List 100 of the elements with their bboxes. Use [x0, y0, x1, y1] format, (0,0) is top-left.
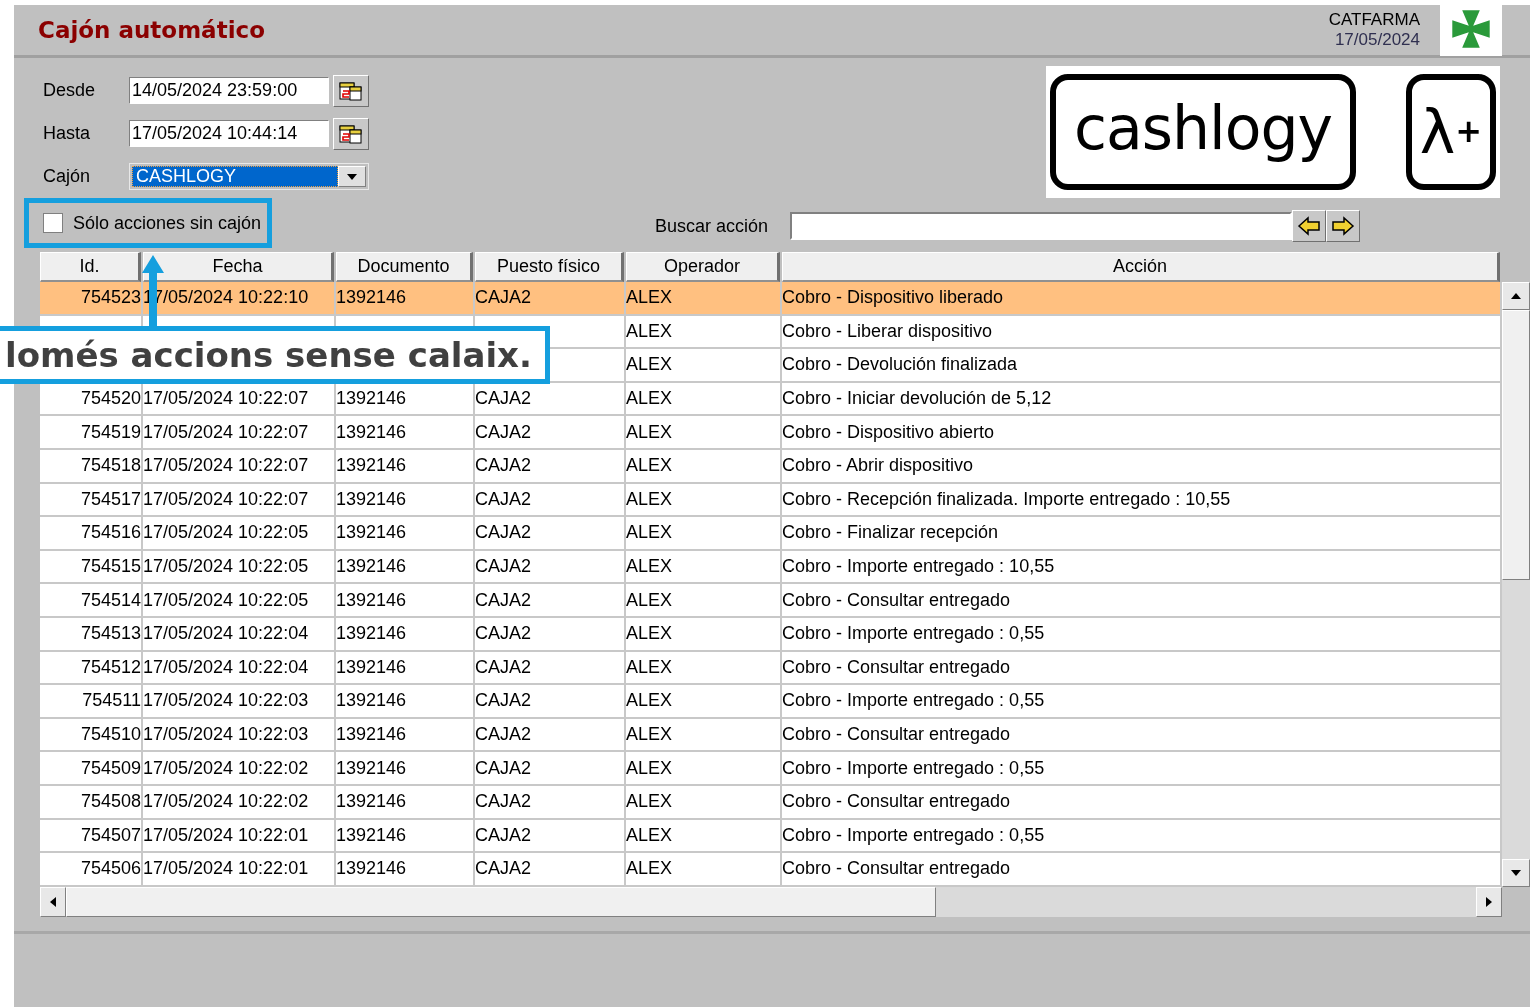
- table-cell: CAJA2: [475, 388, 532, 410]
- table-cell: ALEX: [626, 522, 673, 544]
- table-row[interactable]: 75451817/05/2024 10:22:07 1392146 CAJA2 ALEX Cobro - Abrir dispositivo: [40, 449, 1502, 484]
- table-cell: Cobro - Importe entregado : 0,55: [782, 623, 1045, 645]
- table-cell: 17/05/2024 10:22:03: [143, 724, 309, 745]
- table-cell: 1392146: [336, 589, 407, 611]
- table-cell: 17/05/2024 10:22:07: [143, 421, 309, 443]
- table-cell: 17/05/2024 10:22:01: [143, 824, 309, 846]
- company-name: CATFARMA: [1328, 10, 1420, 30]
- calendar-icon: [339, 122, 363, 145]
- next-button[interactable]: [1326, 210, 1360, 242]
- table-cell: ALEX: [626, 791, 673, 813]
- table-cell: ALEX: [626, 623, 673, 645]
- table-cell: 17/05/2024 10:22:04: [143, 623, 309, 645]
- brand-logo: cashlogy: [1050, 74, 1356, 190]
- table-cell: 17/05/2024 10:22:01: [143, 858, 309, 880]
- table-cell: Cobro - Dispositivo liberado: [782, 287, 1004, 309]
- table-row[interactable]: 75450817/05/2024 10:22:02 1392146 CAJA2 ALEX Cobro - Consultar entregado: [40, 785, 1502, 820]
- table-cell: 1392146: [336, 656, 407, 678]
- table-cell: CAJA2: [475, 455, 532, 477]
- table-cell: CAJA2: [475, 589, 532, 611]
- table-cell: ALEX: [626, 287, 673, 309]
- table-cell: CAJA2: [475, 757, 532, 779]
- table-cell: 17/05/2024 10:22:07: [143, 488, 309, 510]
- down-arrow-icon: [1511, 869, 1521, 876]
- table-cell: CAJA2: [475, 287, 532, 309]
- table-cell: CAJA2: [475, 623, 532, 645]
- column-header[interactable]: Operador: [626, 252, 780, 282]
- table-row[interactable]: 75451617/05/2024 10:22:05 1392146 CAJA2 ALEX Cobro - Finalizar recepción: [40, 517, 1502, 551]
- table-cell: 1392146: [336, 556, 407, 578]
- table-row[interactable]: 754507 17/05/2024 10:22:01 1392146 CAJA2 ALEX Cobro - Importe entregado : 0,55: [40, 819, 1502, 854]
- table-cell: 754514: [80, 589, 141, 611]
- previous-button[interactable]: [1292, 210, 1326, 242]
- table-cell: 754512: [80, 656, 141, 678]
- table-cell: 754516: [80, 522, 141, 544]
- table-row[interactable]: 75451417/05/2024 10:22:05 1392146 CAJA2 ALEX Cobro - Consultar entregado: [40, 584, 1502, 618]
- table-cell: Cobro - Abrir dispositivo: [782, 455, 974, 477]
- table-cell: 17/05/2024 10:22:07: [143, 455, 309, 477]
- table-cell: 754523: [80, 287, 141, 309]
- table-row[interactable]: 754511 17/05/2024 10:22:03 1392146 CAJA2 ALEX Cobro - Importe entregado : 0,55: [40, 685, 1502, 719]
- lambda-logo: λ$^{+}$: [1406, 74, 1496, 190]
- header-date: 17/05/2024: [1334, 30, 1420, 50]
- table-cell: ALEX: [626, 589, 673, 611]
- table-row[interactable]: 75451017/05/2024 10:22:03 1392146 CAJA2 ALEX Cobro - Consultar entregado: [40, 718, 1502, 753]
- checkbox-label[interactable]: Sólo acciones sin cajón: [73, 212, 262, 234]
- horizontal-scrollbar[interactable]: [40, 886, 1502, 917]
- table-cell: ALEX: [626, 388, 673, 410]
- column-header[interactable]: Puesto físico: [475, 252, 624, 282]
- table-row[interactable]: 754512 17/05/2024 10:22:04 1392146 CAJA2 ALEX Cobro - Consultar entregado: [40, 651, 1502, 686]
- calendar-button[interactable]: [333, 117, 369, 150]
- table-cell: ALEX: [626, 354, 673, 376]
- checkbox[interactable]: [43, 213, 63, 233]
- table-cell: CAJA2: [475, 824, 532, 846]
- table-row[interactable]: 754509 17/05/2024 10:22:02 1392146 CAJA2 ALEX Cobro - Importe entregado : 0,55: [40, 752, 1502, 786]
- table-cell: CAJA2: [475, 522, 532, 544]
- column-header[interactable]: Documento: [336, 252, 473, 282]
- table-cell: 1392146: [336, 388, 407, 410]
- up-arrow-icon: [1511, 293, 1521, 299]
- field-label: Hasta: [43, 123, 92, 144]
- table-cell: 754508: [80, 791, 141, 813]
- table-cell: 1392146: [336, 623, 407, 645]
- table-row[interactable]: 75451517/05/2024 10:22:05 1392146 CAJA2 ALEX Cobro - Importe entregado : 10,55: [40, 550, 1502, 585]
- calendar-button[interactable]: [333, 74, 369, 107]
- table-cell: 17/05/2024 10:22:02: [143, 757, 309, 779]
- table-row[interactable]: 754517 17/05/2024 10:22:07 1392146 CAJA2 ALEX Cobro - Recepción finalizada. Importe entregado : 10,55: [40, 483, 1502, 518]
- table-cell: Cobro - Liberar dispositivo: [782, 320, 993, 342]
- table-cell: 754515: [80, 556, 141, 578]
- date-field[interactable]: 14/05/2024 23:59:00: [129, 77, 329, 104]
- table-cell: 1392146: [336, 791, 407, 813]
- table-cell: 1392146: [336, 455, 407, 477]
- scroll-thumb[interactable]: [1502, 310, 1530, 580]
- table-cell: Cobro - Consultar entregado: [782, 791, 1011, 813]
- date-field[interactable]: 17/05/2024 10:44:14: [129, 120, 329, 147]
- search-field[interactable]: [790, 212, 1292, 240]
- scroll-thumb[interactable]: [66, 886, 936, 917]
- column-header[interactable]: Acción: [782, 252, 1500, 282]
- table-cell: CAJA2: [475, 690, 532, 712]
- table-cell: Cobro - Iniciar devolución de 5,12: [782, 388, 1052, 410]
- drawer-dropdown[interactable]: CASHLOGY: [129, 163, 369, 190]
- table-cell: Cobro - Consultar entregado: [782, 589, 1011, 611]
- table-cell: 754520: [80, 388, 141, 410]
- table-cell: ALEX: [626, 724, 673, 745]
- table-cell: CAJA2: [475, 656, 532, 678]
- table-cell: ALEX: [626, 488, 673, 510]
- table-cell: 754510: [80, 724, 141, 745]
- table-cell: 754519: [80, 421, 141, 443]
- table-row[interactable]: 754519 17/05/2024 10:22:07 1392146 CAJA2 ALEX Cobro - Dispositivo abierto: [40, 416, 1502, 450]
- column-header[interactable]: Id.: [40, 252, 141, 282]
- table-cell: 17/05/2024 10:22:05: [143, 556, 309, 578]
- left-arrow-icon: [1297, 216, 1321, 236]
- table-row[interactable]: 75451317/05/2024 10:22:04 1392146 CAJA2 ALEX Cobro - Importe entregado : 0,55: [40, 617, 1502, 652]
- table-cell: ALEX: [626, 421, 673, 443]
- column-header[interactable]: Fecha: [143, 252, 334, 282]
- calendar-icon: [339, 79, 363, 102]
- vertical-scrollbar[interactable]: [1502, 282, 1530, 887]
- table-cell: 754513: [80, 623, 141, 645]
- table-cell: ALEX: [626, 320, 673, 342]
- table-cell: 1392146: [336, 287, 407, 309]
- table-cell: 1392146: [336, 824, 407, 846]
- table-cell: CAJA2: [475, 791, 532, 813]
